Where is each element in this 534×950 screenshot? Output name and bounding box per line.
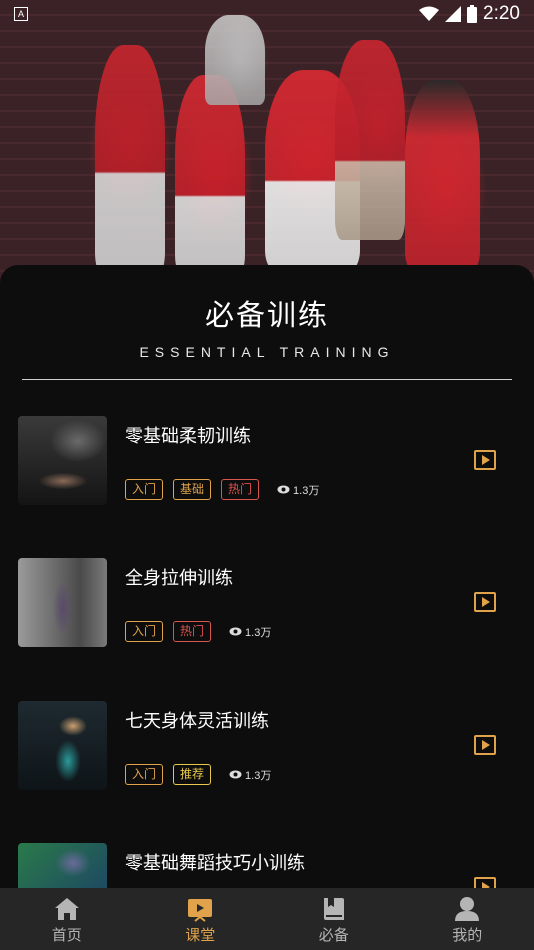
hero-banner-image [0,0,534,290]
course-item[interactable]: 零基础柔韧训练 入门 基础 热门 1.3万 [0,416,534,506]
book-icon [323,898,344,920]
view-count: 1.3万 [229,624,271,640]
course-title: 零基础柔韧训练 [125,426,251,447]
view-count-value: 1.3万 [293,484,320,497]
signal-icon [445,6,462,22]
tag-beginner: 入门 [125,479,164,500]
tab-label: 必备 [318,926,349,944]
course-title: 全身拉伸训练 [125,568,233,589]
tab-label: 首页 [51,926,82,944]
home-icon [54,898,79,920]
classroom-icon [188,899,213,922]
eye-icon [229,770,242,779]
section-subtitle: ESSENTIAL TRAINING [139,344,395,360]
tab-essentials[interactable]: 必备 [267,888,401,950]
tab-label: 课堂 [185,926,216,944]
course-title: 七天身体灵活训练 [125,711,269,732]
play-button[interactable] [474,592,496,612]
tag-recommended: 推荐 [173,764,212,785]
tag-beginner: 入门 [125,764,164,785]
course-thumbnail [18,701,107,790]
section-title: 必备训练 [204,298,329,332]
play-button[interactable] [474,450,496,470]
tab-home[interactable]: 首页 [0,888,134,950]
course-thumbnail [18,416,107,505]
profile-icon [455,897,480,921]
essential-training-panel: 必备训练 ESSENTIAL TRAINING 零基础柔韧训练 入门 基础 热门… [0,265,534,932]
tag-hot: 热门 [173,621,212,642]
wifi-icon [419,6,440,21]
status-bar: A 2:20 [0,0,534,28]
eye-icon [229,627,242,636]
course-title: 零基础舞蹈技巧小训练 [125,853,305,874]
tag-beginner: 入门 [125,621,164,642]
course-item[interactable]: 七天身体灵活训练 入门 推荐 1.3万 [0,701,534,791]
tab-classroom[interactable]: 课堂 [134,888,268,950]
view-count-value: 1.3万 [245,769,272,782]
battery-icon [467,5,478,23]
bottom-tab-bar: 首页 课堂 必备 我的 [0,888,534,950]
divider [22,379,512,380]
course-item[interactable]: 全身拉伸训练 入门 热门 1.3万 [0,558,534,648]
view-count: 1.3万 [277,482,319,498]
notification-icon: A [14,7,28,21]
clock: 2:20 [483,3,520,24]
play-button[interactable] [474,735,496,755]
tag-hot: 热门 [221,479,260,500]
play-icon [481,597,490,607]
tab-label: 我的 [452,926,483,944]
course-thumbnail [18,558,107,647]
play-icon [481,740,490,750]
tag-basic: 基础 [173,479,212,500]
eye-icon [277,485,290,494]
play-icon [481,455,490,465]
view-count-value: 1.3万 [245,626,272,639]
view-count: 1.3万 [229,767,271,783]
tab-profile[interactable]: 我的 [401,888,534,950]
